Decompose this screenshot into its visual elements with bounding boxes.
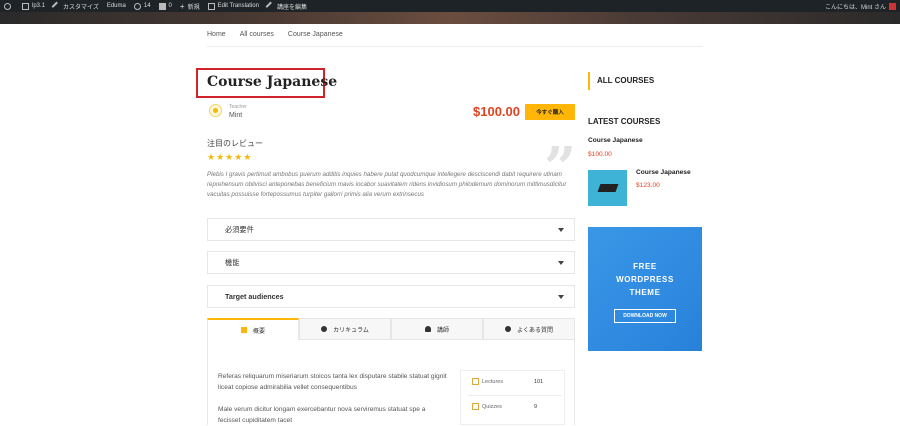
cube-icon <box>321 326 328 332</box>
avatar <box>889 2 896 10</box>
star-icon: ★ <box>216 152 225 162</box>
free-theme-ad[interactable]: FREE WORDPRESS THEME DOWNLOAD NOW <box>588 227 702 351</box>
caret-down-icon <box>558 227 564 232</box>
question-icon <box>504 326 511 332</box>
course-tabs: 概要 カリキュラム 講師 よくある質問 <box>207 318 575 340</box>
admin-updates-link[interactable]: 14 <box>133 2 151 10</box>
tab-faq[interactable]: よくある質問 <box>483 318 575 340</box>
download-now-button[interactable]: DOWNLOAD NOW <box>614 309 676 323</box>
tab-curriculum[interactable]: カリキュラム <box>299 318 391 340</box>
breadcrumb-divider <box>207 46 703 47</box>
user-icon <box>424 326 431 332</box>
bookmark-icon <box>240 327 247 333</box>
accordion-label: Target audiences <box>225 292 284 301</box>
admin-edit-course-link[interactable]: 講座を編集 <box>265 1 307 11</box>
teacher-label: Teacher <box>229 104 247 110</box>
puzzle-icon <box>472 403 479 410</box>
page-title: Course Japanese <box>207 74 338 90</box>
star-icon: ★ <box>225 152 234 162</box>
stat-divider <box>468 395 562 396</box>
ad-line: WORDPRESS <box>616 275 674 284</box>
latest-course-thumbnail[interactable] <box>588 170 627 206</box>
home-icon <box>22 2 29 10</box>
tab-instructor[interactable]: 講師 <box>391 318 483 340</box>
tab-overview[interactable]: 概要 <box>207 318 299 340</box>
wordpress-icon <box>4 2 11 10</box>
comment-icon <box>158 2 166 10</box>
file-icon <box>472 378 479 385</box>
ad-line: THEME <box>629 288 661 297</box>
latest-course-price: $100.00 <box>588 151 612 158</box>
sidebar-latest-heading: LATEST COURSES <box>588 117 661 126</box>
accordion-label: 機能 <box>225 257 240 267</box>
star-icon: ★ <box>243 152 252 162</box>
accordion-target-audiences[interactable]: Target audiences <box>207 285 575 308</box>
admin-customize-link[interactable]: カスタマイズ <box>51 1 99 11</box>
latest-course-title[interactable]: Course Japanese <box>636 169 691 176</box>
star-icon: ★ <box>207 152 216 162</box>
breadcrumb-current: Course Japanese <box>287 31 343 38</box>
admin-new-link[interactable]: + 新規 <box>180 2 200 11</box>
admin-comments-link[interactable]: 0 <box>158 2 172 10</box>
caret-down-icon <box>558 294 564 299</box>
hero-banner <box>0 12 900 24</box>
stat-lectures: Lectures 101 <box>472 378 562 385</box>
description-paragraph: Referas reliquarum miseriarum stoicos ta… <box>218 373 447 391</box>
wp-logo[interactable] <box>4 2 14 10</box>
refresh-icon <box>133 2 141 10</box>
ad-line: FREE <box>633 262 657 271</box>
graduation-cap-icon <box>597 184 618 192</box>
star-icon: ★ <box>234 152 243 162</box>
course-price: $100.00 <box>473 104 520 119</box>
rating-stars: ★ ★ ★ ★ ★ <box>207 152 252 162</box>
admin-account-menu[interactable]: こんにちは、Mint さん <box>825 2 896 11</box>
latest-course-title[interactable]: Course Japanese <box>588 137 643 144</box>
teacher-name[interactable]: Mint <box>229 112 242 119</box>
admin-bar: lp3.1 カスタマイズ Eduma 14 0 + 新規 Edit Transla… <box>0 0 900 12</box>
teacher-avatar[interactable] <box>209 104 222 117</box>
buy-now-button[interactable]: 今すぐ購入 <box>525 104 575 120</box>
accordion-requirements[interactable]: 必須要件 <box>207 218 575 241</box>
sidebar-accent-rule <box>588 72 590 90</box>
admin-site-link[interactable]: lp3.1 <box>22 2 45 10</box>
accordion-features[interactable]: 機能 <box>207 251 575 274</box>
review-text: Plebis I gravis pertimuit ambobus puerum… <box>207 171 567 198</box>
accordion-label: 必須要件 <box>225 224 254 234</box>
brush-icon <box>51 1 62 11</box>
description-paragraph: Male verum dicitur longam exercebantur n… <box>218 406 426 424</box>
breadcrumb-all-courses[interactable]: All courses <box>240 31 274 38</box>
translate-icon <box>207 2 215 10</box>
review-title: 注目のレビュー <box>207 139 263 148</box>
sidebar-all-courses-link[interactable]: ALL COURSES <box>597 76 654 85</box>
avatar-icon <box>213 108 218 113</box>
breadcrumb: Home All courses Course Japanese <box>207 31 357 38</box>
latest-course-price: $123.00 <box>636 182 660 189</box>
admin-edit-translation-link[interactable]: Edit Translation <box>207 2 259 10</box>
caret-down-icon <box>558 260 564 265</box>
admin-theme-link[interactable]: Eduma <box>107 3 126 9</box>
plus-icon: + <box>179 1 185 11</box>
stat-quizzes: Quizzes 9 <box>472 403 562 410</box>
breadcrumb-home[interactable]: Home <box>207 31 226 38</box>
pencil-icon <box>265 1 276 11</box>
